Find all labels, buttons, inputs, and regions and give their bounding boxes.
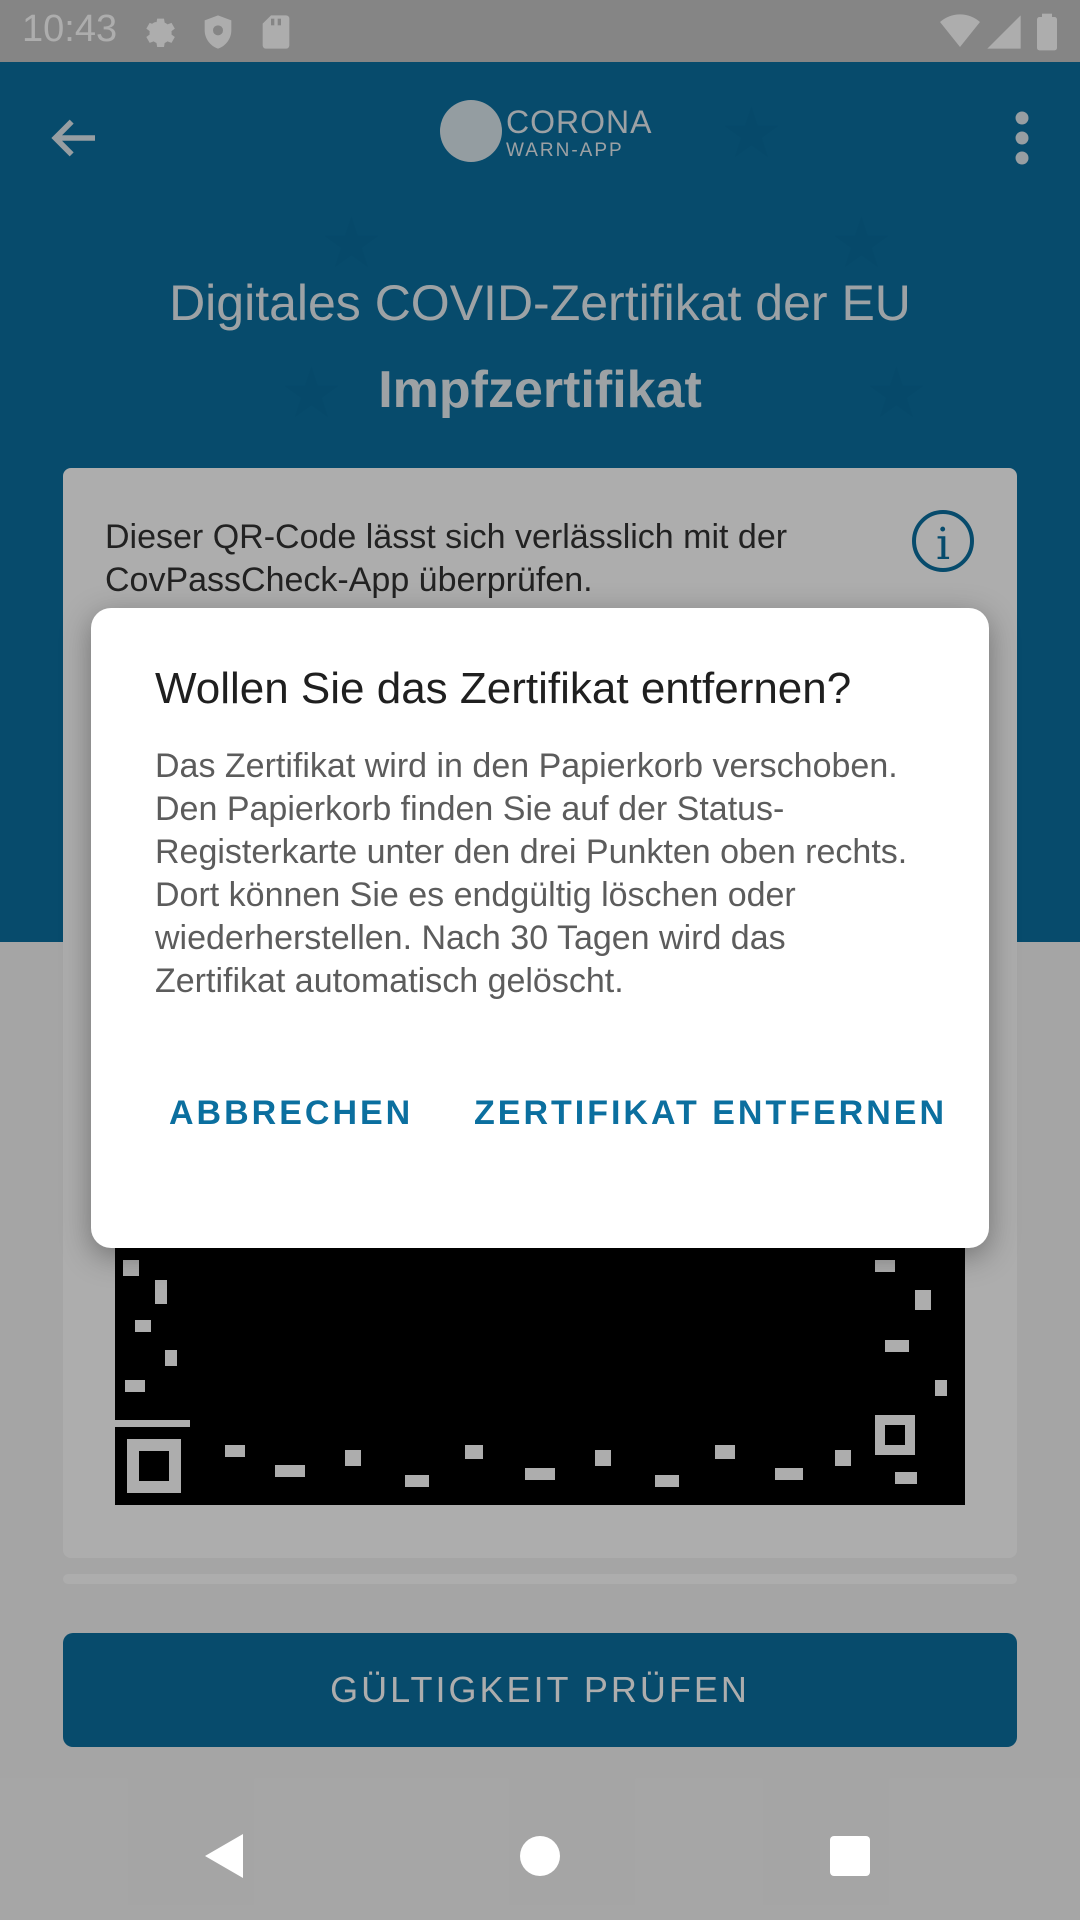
dialog-message: Das Zertifikat wird in den Papierkorb ve… (155, 747, 908, 1000)
nav-home-icon[interactable] (520, 1836, 560, 1876)
cancel-button[interactable]: ABBRECHEN (169, 1094, 413, 1133)
dialog-title: Wollen Sie das Zertifikat entfernen? (155, 664, 852, 713)
nav-recents-icon[interactable] (830, 1836, 870, 1876)
nav-back-icon[interactable] (205, 1834, 243, 1878)
remove-certificate-button[interactable]: ZERTIFIKAT ENTFERNEN (474, 1094, 947, 1133)
